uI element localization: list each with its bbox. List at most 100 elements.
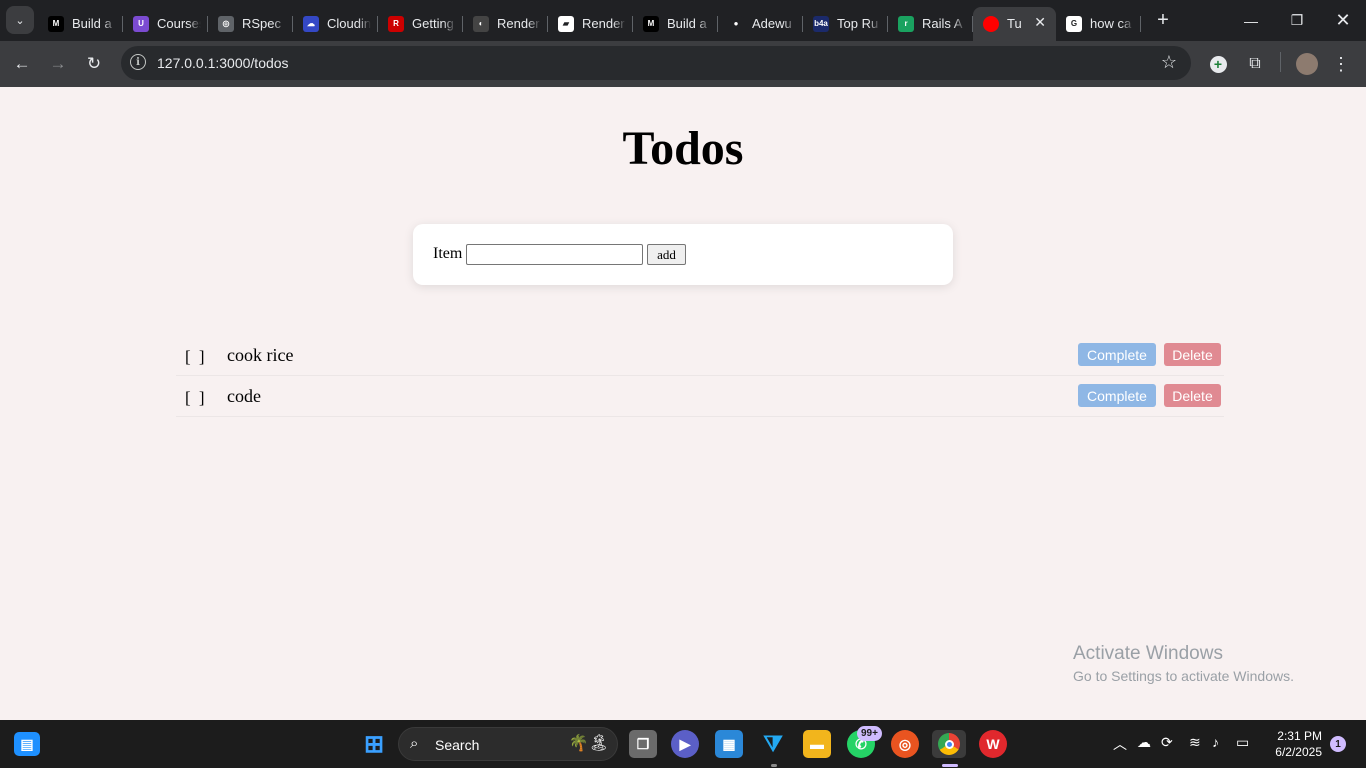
todo-checkbox[interactable]: [ ] (185, 388, 205, 408)
minimize-icon[interactable]: — (1228, 0, 1274, 41)
tab-title: Rails A (922, 16, 963, 31)
toolbar-divider (1280, 52, 1281, 72)
browser-tab[interactable]: ● Adewu (718, 7, 803, 41)
medium-icon: M (48, 15, 64, 32)
taskbar-search-label: Search (435, 737, 480, 753)
whatsapp-unread-badge: 99+ (857, 726, 882, 741)
todos-page: Todos Item add [ ] cook rice Complete De… (0, 87, 1366, 720)
browser-tab[interactable]: R Getting (378, 7, 463, 41)
new-todo-form: Item add (413, 224, 953, 285)
battery-icon[interactable]: ▭ (1236, 734, 1249, 751)
tab-title: Getting (412, 16, 454, 31)
volume-icon[interactable]: ♪ (1212, 734, 1219, 750)
back-arrow-icon[interactable]: ← (7, 49, 37, 79)
add-extension-icon[interactable]: + (1203, 49, 1233, 79)
close-window-icon[interactable]: ✕ (1320, 0, 1366, 41)
tab-title: Top Ru (837, 16, 879, 31)
meet-video-icon[interactable]: ▶ (671, 730, 699, 758)
clock-time: 2:31 PM (1277, 729, 1322, 743)
chrome-active-indicator (942, 764, 958, 767)
browser-tab[interactable]: Tu ✕ (973, 6, 1056, 41)
browser-tab[interactable]: ▰ Render (548, 7, 633, 41)
delete-button[interactable]: Delete (1164, 343, 1221, 366)
browser-tab[interactable]: M Build a (633, 7, 718, 41)
new-tab-plus-icon[interactable]: + (1151, 9, 1175, 32)
start-windows-icon[interactable]: ⊞ (360, 730, 388, 758)
medium-icon: M (643, 15, 659, 32)
file-explorer-icon[interactable]: ▬ (803, 730, 831, 758)
add-button[interactable]: add (647, 244, 686, 265)
b4a-icon: b4a (813, 15, 829, 32)
render-icon: ◐ (473, 15, 489, 32)
bookmark-star-icon[interactable]: ☆ (1161, 52, 1177, 73)
browser-tab[interactable]: ◎ RSpec (208, 7, 293, 41)
tab-close-icon[interactable]: ✕ (1034, 14, 1046, 31)
show-hidden-icons-chevron-icon[interactable]: ︿ (1113, 734, 1127, 754)
wps-office-icon[interactable]: W (979, 730, 1007, 758)
address-url[interactable]: 127.0.0.1:3000/todos (157, 55, 289, 71)
render-logo-icon: ▰ (558, 15, 574, 32)
onedrive-off-icon[interactable]: ☁ (1137, 734, 1151, 751)
tab-title: Tu (1007, 16, 1022, 31)
browser-tab[interactable]: ☁ Cloudinary (293, 7, 378, 41)
browser-menu-icon[interactable]: ⋮ (1326, 49, 1356, 79)
wifi-icon[interactable]: ≋ (1189, 734, 1201, 751)
record-icon (983, 15, 999, 32)
todo-row: [ ] cook rice Complete Delete (176, 335, 1224, 376)
notification-count-badge[interactable]: 1 (1330, 736, 1346, 752)
github-icon: ● (728, 15, 744, 32)
browser-tab[interactable]: M Build a (38, 7, 123, 41)
browser-toolbar: ← → ↻ i 127.0.0.1:3000/todos ☆ + ⧉ ⋮ (0, 41, 1366, 87)
widgets-icon[interactable]: ▤ (14, 732, 40, 756)
complete-button[interactable]: Complete (1078, 384, 1156, 407)
tab-search-chevron-icon[interactable]: ⌄ (6, 6, 34, 34)
watermark-subtitle: Go to Settings to activate Windows. (1073, 668, 1294, 684)
google-icon: G (1066, 15, 1082, 32)
tab-list: M Build a U Courses ◎ RSpec ☁ Cloudinary R Gettin… (38, 0, 1175, 41)
forward-arrow-icon[interactable]: → (43, 49, 73, 79)
profile-avatar[interactable] (1292, 49, 1322, 79)
address-bar[interactable]: i 127.0.0.1:3000/todos ☆ (121, 46, 1191, 80)
tab-title: Courses (157, 16, 201, 31)
tab-title: RSpec (242, 16, 282, 31)
rails-icon: R (388, 15, 404, 32)
todo-row: [ ] code Complete Delete (176, 376, 1224, 417)
restore-window-icon[interactable]: ❐ (1274, 0, 1320, 41)
extensions-puzzle-icon[interactable]: ⧉ (1240, 49, 1270, 79)
tab-title: Adewu (752, 16, 792, 31)
site-info-icon[interactable]: i (130, 54, 146, 70)
browser-tab[interactable]: b4a Top Ru (803, 7, 888, 41)
complete-button[interactable]: Complete (1078, 343, 1156, 366)
search-icon: ⌕ (410, 735, 419, 752)
store-icon[interactable]: ▦ (715, 730, 743, 758)
clock-date: 6/2/2025 (1275, 745, 1322, 759)
reload-icon[interactable]: ↻ (79, 49, 109, 79)
task-view-icon[interactable]: ❐ (629, 730, 657, 758)
tab-title: Render (497, 16, 540, 31)
search-highlight-icon: 🌴🏝 (568, 735, 609, 752)
taskbar-search-box[interactable]: ⌕ Search 🌴🏝 (398, 727, 618, 761)
browser-tab-strip: ⌄ M Build a U Courses ◎ RSpec ☁ Cloudinary R Gett… (0, 0, 1366, 41)
tab-title: Cloudinary (327, 16, 371, 31)
browser-tab[interactable]: Ghow ca (1056, 7, 1141, 41)
browser-tab[interactable]: U Courses (123, 7, 208, 41)
vscode-icon[interactable]: ⧩ (759, 730, 787, 758)
ubuntu-icon[interactable]: ◎ (891, 730, 919, 758)
cloudinary-icon: ☁ (303, 15, 319, 32)
item-label: Item (433, 245, 463, 262)
browser-tab[interactable]: ◐ Render (463, 7, 548, 41)
sync-icon[interactable]: ⟳ (1161, 734, 1173, 751)
todo-checkbox[interactable]: [ ] (185, 347, 205, 367)
delete-button[interactable]: Delete (1164, 384, 1221, 407)
course-shield-icon: U (133, 15, 149, 32)
tab-title: Render (582, 16, 625, 31)
todo-text: code (227, 386, 261, 406)
vscode-running-indicator (771, 764, 777, 767)
rspec-icon: ◎ (218, 15, 234, 32)
watermark-title: Activate Windows (1073, 643, 1223, 664)
page-title: Todos (622, 122, 744, 175)
browser-tab[interactable]: r Rails A (888, 7, 973, 41)
taskbar-clock[interactable]: 2:31 PM 6/2/2025 (1262, 728, 1322, 760)
chrome-icon[interactable] (932, 730, 966, 758)
item-input[interactable] (466, 244, 643, 265)
